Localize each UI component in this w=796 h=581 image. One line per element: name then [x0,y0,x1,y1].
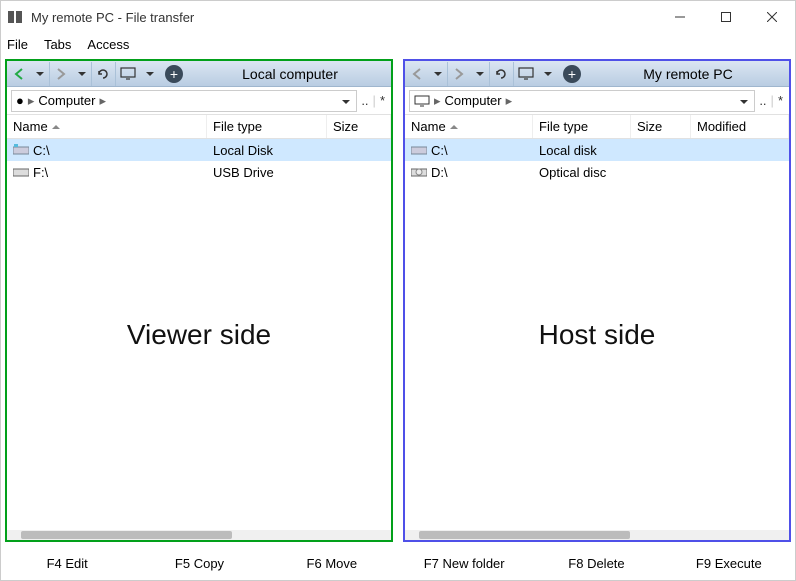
forward-button[interactable] [49,62,73,86]
breadcrumb-dropdown[interactable] [338,93,354,111]
footer-bar: F4 Edit F5 Copy F6 Move F7 New folder F8… [1,546,795,580]
add-tab-button[interactable]: + [563,65,581,83]
path-star[interactable]: * [380,93,385,108]
back-dropdown[interactable] [429,62,447,86]
table-row[interactable]: F:\ USB Drive [7,161,391,183]
menu-bar: File Tabs Access [1,33,795,55]
monitor-button[interactable] [513,62,539,86]
table-row[interactable]: C:\ Local disk [405,139,789,161]
local-panel: + Local computer ● ▸ Computer ▸ .. | * [5,59,393,542]
panels: + Local computer ● ▸ Computer ▸ .. | * [1,55,795,546]
local-table-header: Name File type Size [7,115,391,139]
row-filetype: Local Disk [213,143,273,158]
host-scrollbar[interactable] [405,530,789,540]
refresh-button[interactable] [91,62,115,86]
local-watermark: Viewer side [7,319,391,351]
drive-icon [411,144,427,156]
host-table-header: Name File type Size Modified [405,115,789,139]
host-breadcrumb[interactable]: ▸ Computer ▸ [409,90,755,112]
window-controls [657,1,795,33]
back-dropdown[interactable] [31,62,49,86]
col-name[interactable]: Name [405,115,533,138]
back-button[interactable] [7,62,31,86]
forward-dropdown[interactable] [73,62,91,86]
f6-move-button[interactable]: F6 Move [266,556,398,571]
breadcrumb-root-icon: ● [16,93,24,108]
monitor-button[interactable] [115,62,141,86]
row-filetype: Local disk [539,143,597,158]
local-breadcrumb[interactable]: ● ▸ Computer ▸ [11,90,357,112]
local-scrollbar[interactable] [7,530,391,540]
table-row[interactable]: C:\ Local Disk [7,139,391,161]
col-filetype[interactable]: File type [207,115,327,138]
drive-icon [13,144,29,156]
f4-edit-button[interactable]: F4 Edit [1,556,133,571]
path-up[interactable]: .. [361,93,368,108]
close-button[interactable] [749,1,795,33]
f7-newfolder-button[interactable]: F7 New folder [398,556,530,571]
col-filetype[interactable]: File type [533,115,631,138]
host-panel: + My remote PC ▸ Computer ▸ .. | * [403,59,791,542]
col-name[interactable]: Name [7,115,207,138]
row-filetype: Optical disc [539,165,606,180]
host-watermark: Host side [405,319,789,351]
sort-asc-icon [52,123,60,131]
window-title: My remote PC - File transfer [31,10,657,25]
menu-file[interactable]: File [7,37,28,52]
row-name: D:\ [431,165,448,180]
monitor-dropdown[interactable] [141,62,159,86]
breadcrumb-root[interactable]: Computer [38,93,95,108]
monitor-dropdown[interactable] [539,62,557,86]
col-size[interactable]: Size [327,115,391,138]
forward-button[interactable] [447,62,471,86]
host-rows: C:\ Local disk D:\ Optical disc Host sid… [405,139,789,530]
local-toolbar: + Local computer [7,61,391,87]
menu-tabs[interactable]: Tabs [44,37,71,52]
host-path-bar: ▸ Computer ▸ .. | * [405,87,789,115]
f9-execute-button[interactable]: F9 Execute [663,556,795,571]
path-extra: .. | * [361,93,391,108]
host-toolbar: + My remote PC [405,61,789,87]
drive-icon [13,166,29,178]
title-bar: My remote PC - File transfer [1,1,795,33]
path-up[interactable]: .. [759,93,766,108]
path-sep: | [771,93,774,108]
breadcrumb-root[interactable]: Computer [445,93,502,108]
row-filetype: USB Drive [213,165,274,180]
table-row[interactable]: D:\ Optical disc [405,161,789,183]
f8-delete-button[interactable]: F8 Delete [530,556,662,571]
col-size[interactable]: Size [631,115,691,138]
local-rows: C:\ Local Disk F:\ USB Drive Viewer side [7,139,391,530]
row-name: C:\ [431,143,448,158]
col-modified[interactable]: Modified [691,115,789,138]
path-star[interactable]: * [778,93,783,108]
add-tab-button[interactable]: + [165,65,183,83]
local-path-bar: ● ▸ Computer ▸ .. | * [7,87,391,115]
f5-copy-button[interactable]: F5 Copy [133,556,265,571]
menu-access[interactable]: Access [87,37,129,52]
app-icon [7,9,23,25]
optical-drive-icon [411,166,427,178]
back-button[interactable] [405,62,429,86]
row-name: F:\ [33,165,48,180]
minimize-button[interactable] [657,1,703,33]
local-panel-title: Local computer [189,66,391,82]
app-window: My remote PC - File transfer File Tabs A… [0,0,796,581]
forward-dropdown[interactable] [471,62,489,86]
maximize-button[interactable] [703,1,749,33]
monitor-icon [414,95,430,107]
path-extra: .. | * [759,93,789,108]
host-panel-title: My remote PC [587,66,789,82]
breadcrumb-dropdown[interactable] [736,93,752,111]
path-sep: | [373,93,376,108]
sort-asc-icon [450,123,458,131]
refresh-button[interactable] [489,62,513,86]
row-name: C:\ [33,143,50,158]
